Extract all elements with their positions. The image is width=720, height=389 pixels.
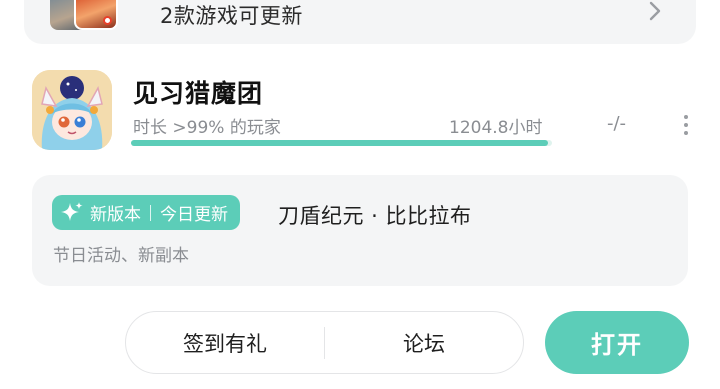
updates-available-banner[interactable]: 2款游戏可更新 xyxy=(24,0,696,44)
signin-reward-button[interactable]: 签到有礼 xyxy=(126,328,324,358)
updates-available-text: 2款游戏可更新 xyxy=(160,4,303,28)
update-game-thumbnails xyxy=(50,0,146,30)
badge-new-version-label: 新版本 xyxy=(90,205,141,225)
open-game-button[interactable]: 打开 xyxy=(545,311,689,374)
playtime-percentile: 时长 >99% 的玩家 xyxy=(133,118,281,138)
update-title: 刀盾纪元 · 比比拉布 xyxy=(278,204,472,228)
playtime-progress-fill xyxy=(131,140,548,146)
action-button-group: 签到有礼 论坛 xyxy=(125,311,524,374)
game-title[interactable]: 见习猎魔团 xyxy=(133,74,263,110)
playtime-progress-bar xyxy=(131,140,552,146)
sparkle-icon xyxy=(61,201,83,221)
game-library-page: 2款游戏可更新 见习猎魔团 时长 >99% 的玩家 1204.8小时 -/- 新… xyxy=(0,0,720,389)
update-description: 节日活动、新副本 xyxy=(53,246,189,266)
chevron-right-icon xyxy=(649,1,661,21)
badge-separator xyxy=(150,204,151,221)
badge-updated-today-label: 今日更新 xyxy=(160,205,228,225)
more-vertical-icon[interactable] xyxy=(676,112,696,138)
game-thumbnail xyxy=(74,0,118,30)
game-rating: -/- xyxy=(607,113,627,134)
version-update-card[interactable]: 新版本 今日更新 刀盾纪元 · 比比拉布 节日活动、新副本 xyxy=(32,175,688,286)
playtime-hours: 1204.8小时 xyxy=(449,118,543,138)
game-icon[interactable] xyxy=(32,70,112,150)
game-icon-art xyxy=(32,70,112,150)
forum-button[interactable]: 论坛 xyxy=(325,328,523,358)
new-version-badge: 新版本 今日更新 xyxy=(52,195,240,230)
